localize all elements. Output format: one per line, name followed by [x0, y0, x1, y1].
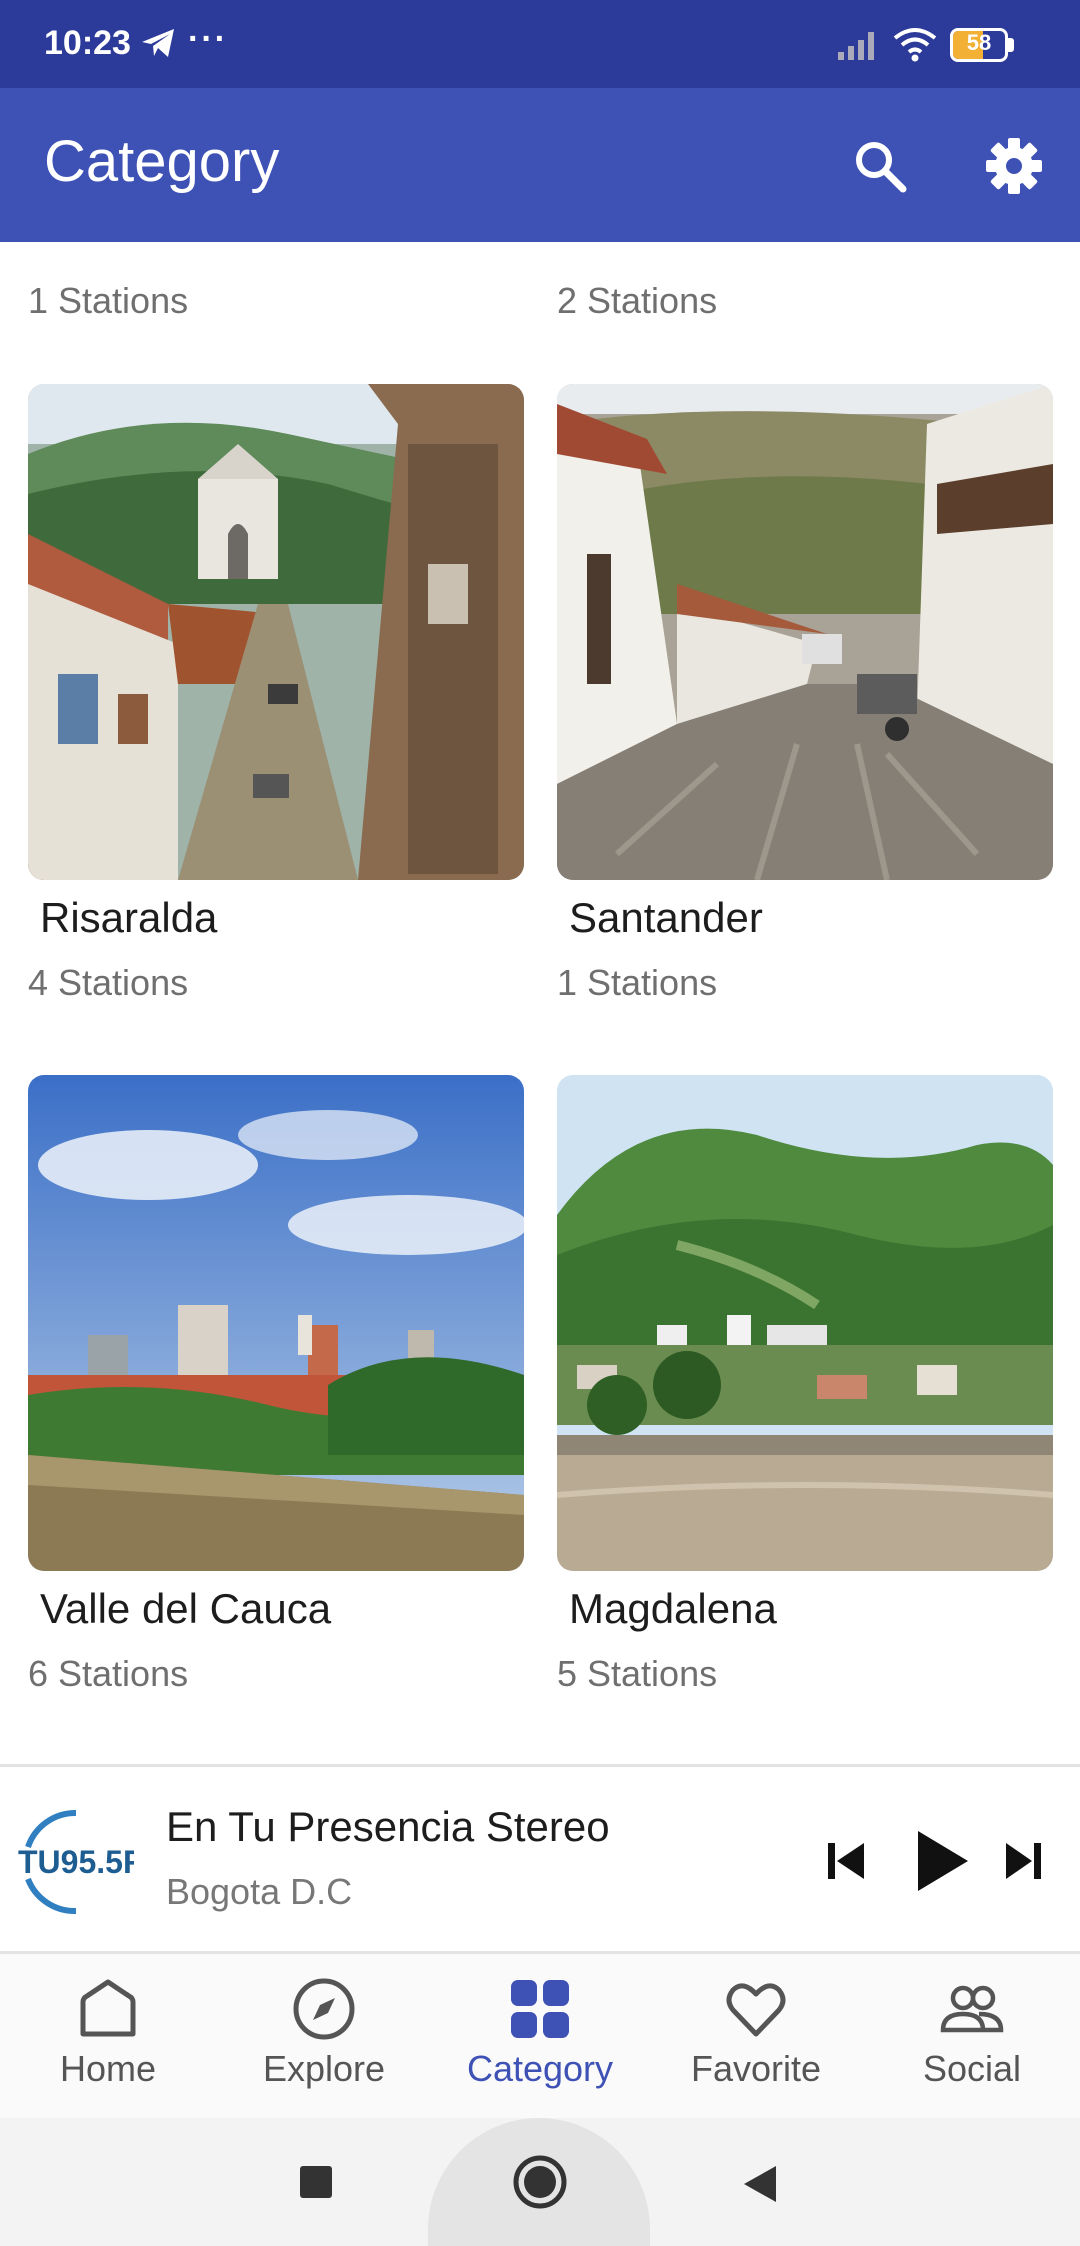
nav-explore[interactable]: Explore	[216, 1976, 432, 2106]
category-card-valle-del-cauca[interactable]: Valle del Cauca 6 Stations	[28, 1075, 524, 1694]
category-name: Santander	[569, 894, 763, 941]
page-title: Category	[44, 129, 280, 194]
compass-icon	[293, 1978, 355, 2040]
home-circle-icon[interactable]	[512, 2154, 568, 2210]
category-image	[28, 1075, 524, 1571]
category-name: Magdalena	[569, 1585, 777, 1632]
telegram-icon	[142, 29, 174, 57]
category-image	[557, 1075, 1053, 1571]
category-count: 1 Stations	[28, 280, 189, 321]
nav-label: Home	[59, 2048, 157, 2089]
category-card-santander[interactable]: Santander 1 Stations	[557, 384, 1053, 1003]
now-playing-station: En Tu Presencia Stereo	[166, 1803, 610, 1850]
skip-next-icon[interactable]	[1002, 1837, 1046, 1885]
battery-level: 58	[966, 30, 992, 55]
nav-label: Category	[466, 2048, 614, 2089]
category-grid: 1 Stations 2 Stations Risaralda 4 Statio…	[0, 242, 1080, 1764]
nav-category[interactable]: Category	[432, 1976, 648, 2106]
category-count: 6 Stations	[28, 1653, 189, 1694]
nav-label: Favorite	[690, 2048, 822, 2089]
battery-icon: 58	[950, 28, 1014, 62]
recents-square-icon[interactable]	[298, 2164, 334, 2200]
station-logo-text: TU95.5F	[18, 1844, 134, 1880]
status-time: 10:23	[44, 24, 131, 62]
category-image	[28, 384, 524, 880]
back-triangle-icon[interactable]	[742, 2164, 778, 2204]
home-icon	[80, 1979, 136, 2037]
category-count: 5 Stations	[557, 1653, 718, 1694]
category-count: 1 Stations	[557, 962, 718, 1003]
more-notifications: ···	[188, 20, 228, 58]
search-icon[interactable]	[848, 134, 912, 198]
category-card-magdalena[interactable]: Magdalena 5 Stations	[557, 1075, 1053, 1694]
category-image	[557, 384, 1053, 880]
wifi-icon	[893, 28, 937, 62]
nav-home[interactable]: Home	[0, 1976, 216, 2106]
people-icon	[940, 1985, 1004, 2033]
app-bar: Category	[0, 88, 1080, 242]
category-count: 4 Stations	[28, 962, 189, 1003]
nav-label: Social	[922, 2048, 1022, 2089]
skip-previous-icon[interactable]	[822, 1837, 870, 1885]
category-card-risaralda[interactable]: Risaralda 4 Stations	[28, 384, 524, 1003]
station-logo: TU95.5F	[18, 1809, 134, 1915]
status-bar: 10:23 ··· 58	[0, 0, 1080, 88]
category-name: Risaralda	[40, 894, 218, 941]
signal-icon	[838, 32, 874, 60]
settings-gear-icon[interactable]	[982, 134, 1046, 198]
nav-social[interactable]: Social	[864, 1976, 1080, 2106]
grid-icon	[511, 1980, 569, 2038]
nav-favorite[interactable]: Favorite	[648, 1976, 864, 2106]
category-name: Valle del Cauca	[40, 1585, 332, 1632]
play-icon[interactable]	[908, 1827, 972, 1895]
heart-icon	[726, 1983, 786, 2037]
bottom-navigation: Home Explore Category Favorite Social	[0, 1954, 1080, 2118]
nav-label: Explore	[262, 2048, 386, 2089]
system-navigation-bar	[0, 2118, 1080, 2246]
now-playing-city: Bogota D.C	[166, 1871, 353, 1912]
category-count: 2 Stations	[557, 280, 718, 321]
mini-player[interactable]: TU95.5F En Tu Presencia Stereo Bogota D.…	[0, 1764, 1080, 1954]
